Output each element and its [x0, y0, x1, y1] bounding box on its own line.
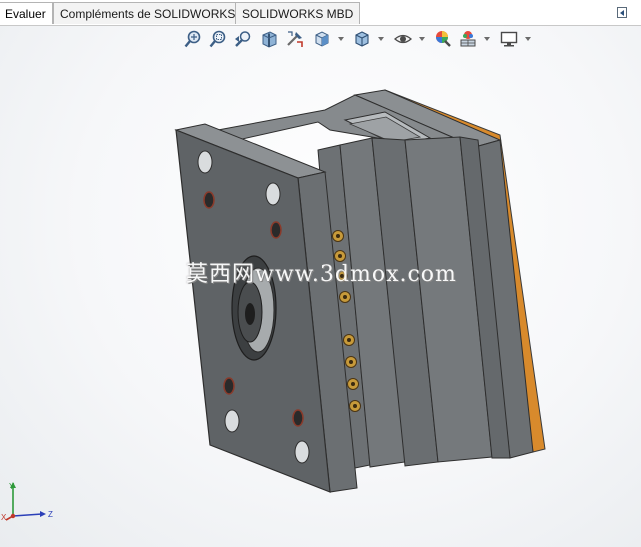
- screw-hole-3: [223, 377, 235, 395]
- guide-hole-top-left: [197, 150, 213, 174]
- screw-hole-4: [292, 409, 304, 427]
- axis-x-label: X: [1, 513, 7, 522]
- axis-y-label: Y: [9, 482, 15, 491]
- screw-hole-2: [270, 221, 282, 239]
- guide-hole-bottom-left: [224, 409, 240, 433]
- guide-hole-top-right: [265, 182, 281, 206]
- watermark-text: 莫西网www.3dmox.com: [186, 262, 457, 287]
- sprue-hole: [245, 303, 255, 325]
- guide-hole-bottom-right: [294, 440, 310, 464]
- reference-triad: Y Z X: [1, 482, 53, 522]
- axis-z-label: Z: [48, 510, 53, 519]
- screw-hole-1: [203, 191, 215, 209]
